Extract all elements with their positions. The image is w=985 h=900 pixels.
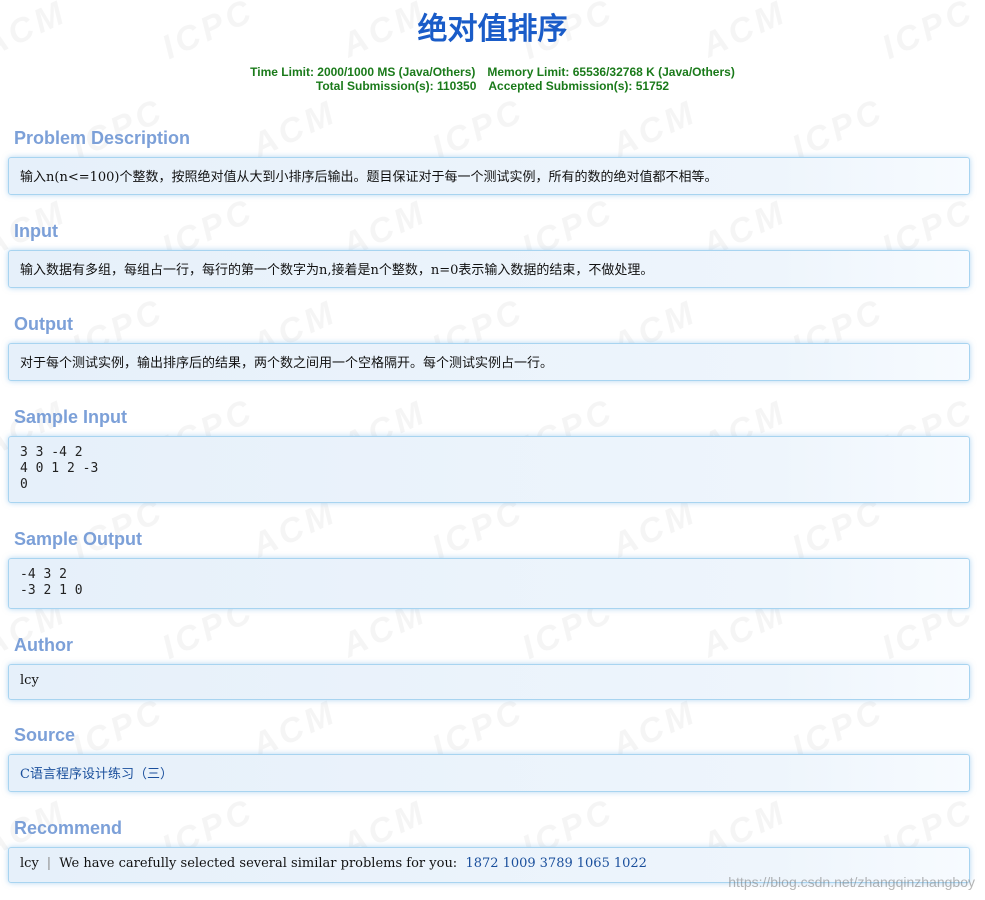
output-heading: Output (14, 314, 73, 334)
source-link[interactable]: C语言程序设计练习（三） (20, 767, 173, 782)
time-limit: Time Limit: 2000/1000 MS (Java/Others) (250, 65, 476, 79)
source-heading: Source (14, 725, 76, 745)
recommend-problem-link[interactable]: 1065 (577, 856, 610, 871)
sample-output-heading: Sample Output (14, 529, 143, 549)
sample-input-heading: Sample Input (14, 407, 128, 427)
output-panel: 对于每个测试实例，输出排序后的结果，两个数之间用一个空格隔开。每个测试实例占一行… (8, 343, 970, 381)
recommend-problem-link[interactable]: 1009 (503, 856, 536, 871)
blog-url-watermark: https://blog.csdn.net/zhangqinzhangboy (728, 874, 975, 890)
recommend-user: lcy (20, 856, 39, 871)
recommend-lead: We have carefully selected several simil… (59, 856, 458, 871)
problem-limits: Time Limit: 2000/1000 MS (Java/Others) Me… (0, 65, 985, 93)
description-heading: Problem Description (14, 128, 191, 148)
watermark-tile: ACM (245, 92, 344, 166)
recommend-problem-link[interactable]: 1872 (465, 856, 498, 871)
total-submissions: Total Submission(s): 110350 (315, 79, 477, 93)
output-text: 对于每个测试实例，输出排序后的结果，两个数之间用一个空格隔开。每个测试实例占一行… (20, 356, 554, 371)
recommend-problem-link[interactable]: 1022 (614, 856, 647, 871)
recommend-problem-link[interactable]: 3789 (540, 856, 573, 871)
source-panel: C语言程序设计练习（三） (8, 754, 970, 792)
accepted-submissions: Accepted Submission(s): 51752 (488, 79, 670, 93)
input-heading: Input (14, 221, 58, 241)
author-name: lcy (20, 673, 39, 688)
description-text: 输入n(n<=100)个整数，按照绝对值从大到小排序后输出。题目保证对于每一个测… (20, 170, 718, 185)
recommend-problem-links: 1872 1009 3789 1065 1022 (465, 856, 650, 871)
watermark-tile: ACM (605, 492, 704, 566)
page-title: 绝对值排序 (417, 12, 568, 47)
sample-input-panel: 3 3 -4 2 4 0 1 2 -3 0 (8, 436, 970, 503)
author-heading: Author (14, 635, 73, 655)
problem-page: ACM ICPC ACM ICPC ACM ICPC ICPC ACM ICPC ACM ICPC A… (0, 0, 985, 900)
author-panel: lcy (8, 664, 970, 700)
recommend-heading: Recommend (14, 818, 123, 838)
sample-input-code: 3 3 -4 2 4 0 1 2 -3 0 (20, 445, 99, 492)
recommend-separator: | (46, 856, 52, 871)
sample-output-code: -4 3 2 -3 2 1 0 (20, 567, 83, 598)
input-panel: 输入数据有多组，每组占一行，每行的第一个数字为n,接着是n个整数，n=0表示输入… (8, 250, 970, 288)
description-panel: 输入n(n<=100)个整数，按照绝对值从大到小排序后输出。题目保证对于每一个测… (8, 157, 970, 195)
sample-output-panel: -4 3 2 -3 2 1 0 (8, 558, 970, 609)
memory-limit: Memory Limit: 65536/32768 K (Java/Others… (487, 65, 735, 79)
watermark-tile: ACM (245, 492, 344, 566)
watermark-tile: ACM (605, 92, 704, 166)
input-text: 输入数据有多组，每组占一行，每行的第一个数字为n,接着是n个整数，n=0表示输入… (20, 263, 654, 278)
